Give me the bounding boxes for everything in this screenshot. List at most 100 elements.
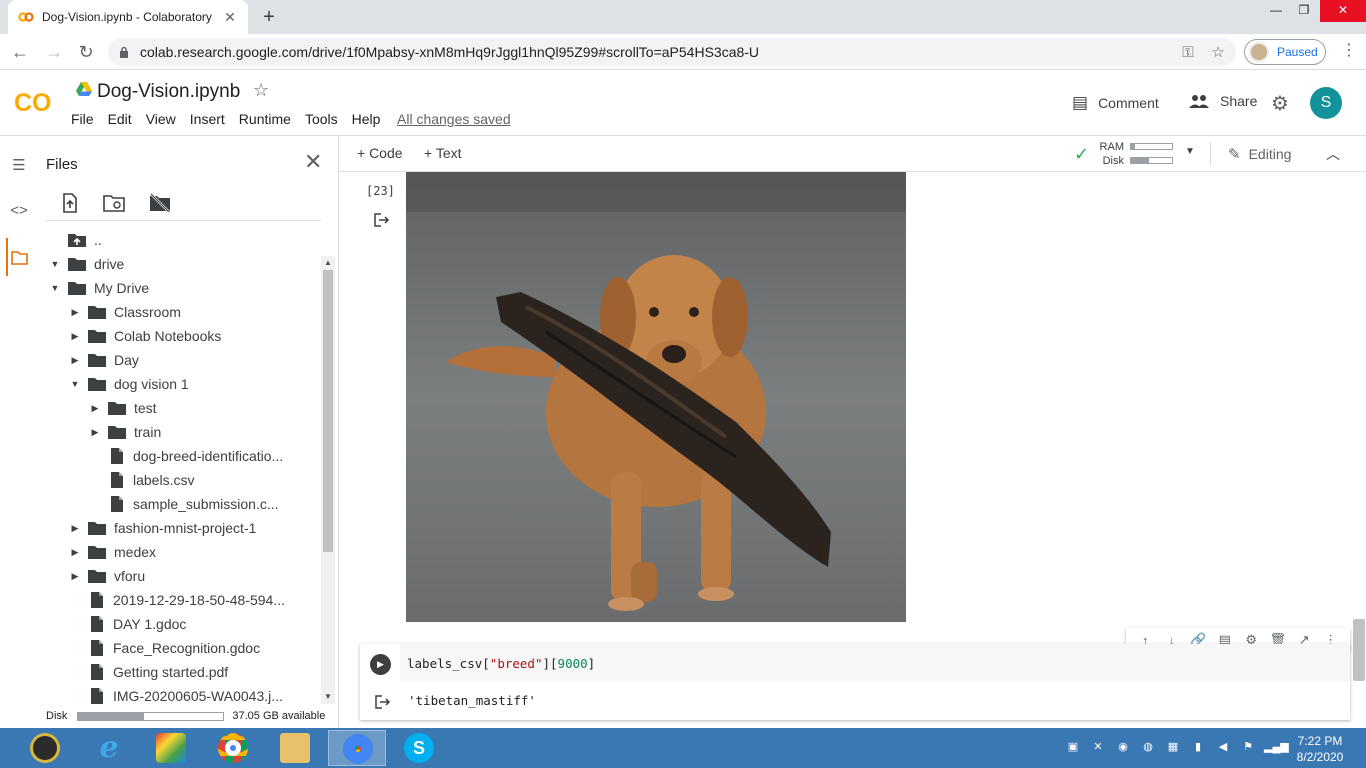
star-icon[interactable]: ☆: [253, 80, 269, 101]
tray-signal-icon[interactable]: ▂▄▆: [1264, 740, 1289, 753]
folder-icon[interactable]: [8, 250, 30, 266]
add-code-button[interactable]: + Code: [357, 145, 403, 161]
output-icon[interactable]: [373, 212, 391, 228]
tree-file[interactable]: IMG-20200605-WA0043.j...: [68, 684, 283, 706]
code-cell[interactable]: ▶ labels_csv["breed"][9000] 'tibetan_mas…: [360, 644, 1350, 720]
expanded-arrow-icon[interactable]: ▼: [48, 259, 62, 269]
tree-file[interactable]: Getting started.pdf: [68, 660, 228, 684]
tree-folder[interactable]: ▶ Colab Notebooks: [68, 324, 222, 348]
reload-icon[interactable]: ↻: [74, 40, 98, 64]
toc-icon[interactable]: ☰: [8, 156, 30, 174]
key-icon[interactable]: ⚿: [1176, 44, 1200, 61]
menu-tools[interactable]: Tools: [305, 111, 338, 127]
tray-chat-icon[interactable]: ▣: [1064, 740, 1082, 753]
collapsed-arrow-icon[interactable]: ▶: [68, 523, 82, 534]
save-status[interactable]: All changes saved: [397, 111, 511, 127]
refresh-folder-icon[interactable]: [102, 191, 126, 215]
tree-file[interactable]: dog-breed-identificatio...: [88, 444, 283, 468]
collapsed-arrow-icon[interactable]: ▶: [68, 307, 82, 318]
ram-bar[interactable]: [1130, 143, 1173, 150]
tree-folder[interactable]: ▶ fashion-mnist-project-1: [68, 516, 257, 540]
tree-folder[interactable]: ▼ My Drive: [48, 276, 150, 300]
notebook-scroll-thumb[interactable]: [1353, 619, 1365, 681]
chrome-menu-icon[interactable]: ⋮: [1340, 40, 1358, 60]
menu-edit[interactable]: Edit: [108, 111, 132, 127]
new-tab-button[interactable]: +: [258, 6, 280, 28]
start-button[interactable]: [16, 730, 74, 766]
run-cell-icon[interactable]: ▶: [370, 654, 391, 675]
bookmark-star-icon[interactable]: ☆: [1206, 43, 1230, 61]
collapse-header-icon[interactable]: ︿: [1326, 144, 1340, 164]
taskbar-explorer[interactable]: [266, 730, 324, 766]
colab-logo[interactable]: CO: [14, 88, 58, 116]
tree-folder[interactable]: ▶ medex: [68, 540, 157, 564]
tray-battery-icon[interactable]: ▮: [1189, 740, 1207, 753]
upload-icon[interactable]: [58, 191, 82, 215]
tree-folder[interactable]: ▼ drive: [48, 252, 125, 276]
add-text-button[interactable]: + Text: [424, 145, 462, 161]
resources-dropdown-icon[interactable]: ▼: [1185, 146, 1195, 157]
taskbar-ie[interactable]: e: [80, 730, 138, 766]
notebook-title[interactable]: Dog-Vision.ipynb: [97, 81, 240, 103]
menu-view[interactable]: View: [146, 111, 176, 127]
tray-app-icon[interactable]: ◍: [1139, 740, 1157, 753]
tree-parent-dir[interactable]: ..: [48, 228, 102, 252]
tray-network-adapter-icon[interactable]: ▦: [1164, 740, 1182, 753]
code-editor[interactable]: labels_csv["breed"][9000]: [400, 644, 1350, 682]
expanded-arrow-icon[interactable]: ▼: [68, 379, 82, 389]
taskbar-chrome[interactable]: [204, 730, 262, 766]
taskbar-chrome-active[interactable]: [328, 730, 386, 766]
share-button[interactable]: Share: [1188, 93, 1257, 109]
tray-nx-icon[interactable]: ✕: [1089, 740, 1107, 753]
menu-insert[interactable]: Insert: [190, 111, 225, 127]
scroll-up-icon[interactable]: ▲: [321, 258, 335, 267]
restore-icon[interactable]: ❐: [1286, 0, 1322, 22]
taskbar-skype[interactable]: S: [390, 730, 448, 766]
tree-folder[interactable]: ▼ dog vision 1: [68, 372, 189, 396]
back-icon[interactable]: ←: [8, 40, 32, 64]
settings-gear-icon[interactable]: ⚙: [1271, 91, 1289, 116]
window-close-icon[interactable]: ✕: [1320, 0, 1366, 22]
tree-file[interactable]: labels.csv: [88, 468, 194, 492]
collapsed-arrow-icon[interactable]: ▶: [68, 547, 82, 558]
collapsed-arrow-icon[interactable]: ▶: [88, 403, 102, 414]
tree-file[interactable]: 2019-12-29-18-50-48-594...: [68, 588, 285, 612]
tree-folder[interactable]: ▶ train: [88, 420, 162, 444]
tree-folder[interactable]: ▶ Day: [68, 348, 139, 372]
collapsed-arrow-icon[interactable]: ▶: [68, 331, 82, 342]
close-files-icon[interactable]: ✕: [304, 149, 322, 175]
tray-skype-icon[interactable]: ◉: [1114, 740, 1132, 753]
scroll-thumb[interactable]: [323, 270, 333, 552]
comment-button[interactable]: ▤ Comment: [1072, 93, 1159, 113]
menu-help[interactable]: Help: [352, 111, 381, 127]
collapsed-arrow-icon[interactable]: ▶: [68, 355, 82, 366]
tree-file[interactable]: Face_Recognition.gdoc: [68, 636, 260, 660]
expanded-arrow-icon[interactable]: ▼: [48, 283, 62, 293]
browser-tab[interactable]: Dog-Vision.ipynb - Colaboratory ✕: [8, 0, 248, 34]
code-snippets-icon[interactable]: <>: [8, 202, 30, 219]
menu-file[interactable]: File: [71, 111, 94, 127]
address-bar[interactable]: colab.research.google.com/drive/1f0Mpabs…: [108, 38, 1236, 66]
tree-file[interactable]: sample_submission.c...: [88, 492, 279, 516]
menu-runtime[interactable]: Runtime: [239, 111, 291, 127]
disk-res-bar[interactable]: [1130, 157, 1173, 164]
forward-icon[interactable]: →: [42, 40, 66, 64]
scroll-down-icon[interactable]: ▼: [321, 692, 335, 701]
unmount-drive-icon[interactable]: [148, 191, 172, 215]
files-scrollbar[interactable]: ▲ ▼: [321, 256, 335, 704]
tree-folder[interactable]: ▶ vforu: [68, 564, 146, 588]
user-avatar[interactable]: S: [1310, 87, 1342, 119]
tray-volume-icon[interactable]: ◀: [1214, 740, 1232, 753]
tree-file[interactable]: DAY 1.gdoc: [68, 612, 186, 636]
taskbar-paint[interactable]: [142, 730, 200, 766]
tree-folder[interactable]: ▶ test: [88, 396, 157, 420]
collapsed-arrow-icon[interactable]: ▶: [68, 571, 82, 582]
profile-button[interactable]: Paused: [1244, 39, 1326, 65]
tray-flag-icon[interactable]: ⚑: [1239, 740, 1257, 753]
tree-folder[interactable]: ▶ Classroom: [68, 300, 181, 324]
taskbar-clock[interactable]: 7:22 PM 8/2/2020: [1285, 733, 1355, 765]
tab-close-icon[interactable]: ✕: [222, 9, 238, 26]
output-icon[interactable]: [374, 694, 392, 710]
collapsed-arrow-icon[interactable]: ▶: [88, 427, 102, 438]
editing-button[interactable]: ✎ Editing: [1228, 145, 1291, 163]
